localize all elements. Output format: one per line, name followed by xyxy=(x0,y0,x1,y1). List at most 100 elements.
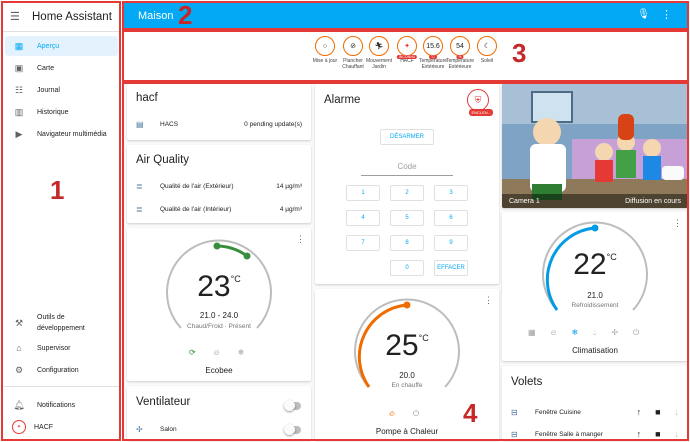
fan-mode-icon[interactable]: ✢ xyxy=(611,328,618,338)
temperature-unit: °C xyxy=(418,333,429,343)
sidebar-item-apercu[interactable]: ▦ Aperçu xyxy=(5,36,118,56)
disarm-button[interactable]: DÉSARMER xyxy=(380,129,434,145)
keypad-button[interactable]: 5 xyxy=(390,210,424,226)
cool-mode-icon[interactable]: ❄ xyxy=(238,348,245,358)
keypad-button[interactable]: 1 xyxy=(346,185,380,201)
air-filter-icon: ≣ xyxy=(136,181,143,191)
microphone-icon[interactable]: 🎙︎ xyxy=(637,9,650,20)
motion-icon: 🏃︎ xyxy=(369,36,389,56)
power-icon[interactable]: ⏻ xyxy=(633,328,639,338)
keypad-button[interactable]: 9 xyxy=(434,235,468,251)
sidebar-item-media[interactable]: ▶ Navigateur multimédia xyxy=(5,124,118,144)
keypad-button[interactable]: 0 xyxy=(390,260,424,276)
cool-mode-icon[interactable]: ❄ xyxy=(571,328,578,338)
salon-fan-toggle[interactable] xyxy=(284,424,301,435)
sidebar-item-carte[interactable]: ▣ Carte xyxy=(5,58,118,78)
heat-mode-icon[interactable]: 🔥︎ xyxy=(389,409,395,419)
more-options-icon[interactable]: ⋮ xyxy=(673,218,682,229)
app-title: Home Assistant xyxy=(32,10,112,23)
arrow-up-icon[interactable]: ↑ xyxy=(637,407,642,417)
keypad-clear-button[interactable]: EFFACER xyxy=(434,260,468,276)
air-filter-icon: ≣ xyxy=(136,204,143,214)
hvac-mode-buttons: ▦ 🔥︎ ❄ 💧︎ ✢ ⏻ xyxy=(528,328,639,338)
sidebar-item-label: Aperçu xyxy=(37,42,60,50)
annotation-number: 4 xyxy=(463,398,478,428)
menu-collapse-icon[interactable]: ☰ xyxy=(10,10,32,23)
hvac-action: Refroidissement xyxy=(571,302,619,309)
air-quality-row[interactable]: ≣ Qualité de l'air (Intérieur) 4 µg/m³ xyxy=(136,202,302,216)
row-label: Fenêtre Salle à manger xyxy=(535,430,603,438)
card-title: Ventilateur xyxy=(136,396,191,408)
camera-card[interactable]: Camera 1 Diffusion en cours xyxy=(502,84,688,208)
dry-mode-icon[interactable]: 💧︎ xyxy=(593,328,596,338)
badges-bar: ○ Mise à jour ⊘ Plancher Chauffant 🏃︎ Mo… xyxy=(124,31,688,81)
current-temperature: 25 xyxy=(385,329,419,362)
heat-mode-icon[interactable]: 🔥︎ xyxy=(214,348,220,358)
sidebar-item-label: Supervisor xyxy=(37,344,71,352)
card-title: Volets xyxy=(511,376,543,388)
ecobee-temp-display: 23°C xyxy=(127,270,311,304)
cover-controls: ↑ ■ ↓ xyxy=(637,407,679,417)
sidebar: ☰ Home Assistant ▦ Aperçu ▣ Carte ☷ Jour… xyxy=(2,2,119,440)
badge-soleil[interactable]: ☾ Soleil xyxy=(470,36,504,64)
media-icon: ▶ xyxy=(15,128,23,139)
badge-tag: % xyxy=(456,55,464,59)
package-icon: ▤ xyxy=(136,119,144,129)
sidebar-item-configuration[interactable]: ⚙ Configuration xyxy=(5,360,118,380)
badge-tag: °C xyxy=(429,55,437,59)
dashboard-icon: ▦ xyxy=(14,40,24,51)
sidebar-item-journal[interactable]: ☷ Journal xyxy=(5,80,118,100)
heating-off-icon: ⊘ xyxy=(343,36,363,56)
cover-row: ⊟ Fenêtre Cuisine ↑ ■ ↓ xyxy=(511,405,679,419)
hacf-logo-icon: ✦ INCONNU xyxy=(396,36,418,59)
calendar-icon[interactable]: ▦ xyxy=(528,328,536,338)
list-icon: ☷ xyxy=(14,84,24,95)
ventilateur-toggle[interactable] xyxy=(284,400,301,411)
sidebar-item-label: Journal xyxy=(37,86,60,94)
code-input[interactable]: Code xyxy=(361,162,453,176)
sidebar-item-label: Outils de développement xyxy=(37,314,85,332)
hacs-row[interactable]: ▤ HACS 0 pending update(s) xyxy=(136,117,302,131)
arrow-up-icon[interactable]: ↑ xyxy=(637,429,642,439)
more-options-icon[interactable]: ⋮ xyxy=(484,295,493,306)
keypad-button[interactable]: 2 xyxy=(390,185,424,201)
home-assistant-icon: ⌂ xyxy=(16,343,22,353)
keypad-button[interactable]: 7 xyxy=(346,235,380,251)
cover-controls: ↑ ■ ↓ xyxy=(637,429,679,439)
keypad-button[interactable]: 6 xyxy=(434,210,468,226)
arrow-down-icon[interactable]: ↓ xyxy=(675,407,680,417)
sidebar-item-user[interactable]: ✦ HACF xyxy=(5,417,118,437)
keypad-button[interactable]: 8 xyxy=(390,235,424,251)
keypad-button[interactable]: 4 xyxy=(346,210,380,226)
power-icon[interactable]: ⏻ xyxy=(413,409,419,419)
ecobee-thermostat-card: ⋮ 23°C 21.0 - 24.0 Chaud/Froid · Présent… xyxy=(127,228,311,381)
arrow-down-icon[interactable]: ↓ xyxy=(675,429,680,439)
camera-name: Camera 1 xyxy=(509,197,540,205)
camera-caption: Camera 1 Diffusion en cours xyxy=(502,194,688,208)
temperature-badge-value: 15.6 °C xyxy=(423,36,443,59)
current-temperature: 22 xyxy=(573,248,607,281)
fan-row[interactable]: ✢ Salon xyxy=(136,422,302,436)
sidebar-item-notifications[interactable]: 🔔︎ Notifications xyxy=(5,395,118,415)
hvac-mode-buttons: 🔥︎ ⏻ xyxy=(389,409,419,419)
air-quality-row[interactable]: ≣ Qualité de l'air (Extérieur) 14 µg/m³ xyxy=(136,179,302,193)
update-icon: ○ xyxy=(315,36,335,56)
air-quality-card: Air Quality ≣ Qualité de l'air (Extérieu… xyxy=(127,145,311,223)
overflow-menu-icon[interactable]: ⋮ xyxy=(661,8,672,21)
badge-label: Soleil xyxy=(480,58,494,64)
sidebar-header: ☰ Home Assistant xyxy=(2,2,119,32)
cover-row: ⊟ Fenêtre Salle à manger ↑ ■ ↓ xyxy=(511,427,679,441)
stop-icon[interactable]: ■ xyxy=(655,407,660,417)
stop-icon[interactable]: ■ xyxy=(655,429,660,439)
climatisation-card: ⋮ 22°C 21.0 Refroidissement ▦ 🔥︎ ❄ 💧︎ ✢ … xyxy=(502,212,688,361)
sidebar-item-dev-tools[interactable]: ⚒ Outils de développement xyxy=(5,310,118,336)
auto-mode-icon[interactable]: ⟳ xyxy=(189,348,196,358)
card-title: Alarme xyxy=(324,94,361,106)
ventilateur-card: Ventilateur ✢ Salon xyxy=(127,386,311,440)
heat-pump-temp-display: 25°C xyxy=(315,329,499,363)
sidebar-item-historique[interactable]: ▥ Historique xyxy=(5,102,118,122)
sidebar-item-supervisor[interactable]: ⌂ Supervisor xyxy=(5,338,118,358)
heat-mode-icon[interactable]: 🔥︎ xyxy=(551,328,557,338)
more-options-icon[interactable]: ⋮ xyxy=(296,234,305,245)
keypad-button[interactable]: 3 xyxy=(434,185,468,201)
